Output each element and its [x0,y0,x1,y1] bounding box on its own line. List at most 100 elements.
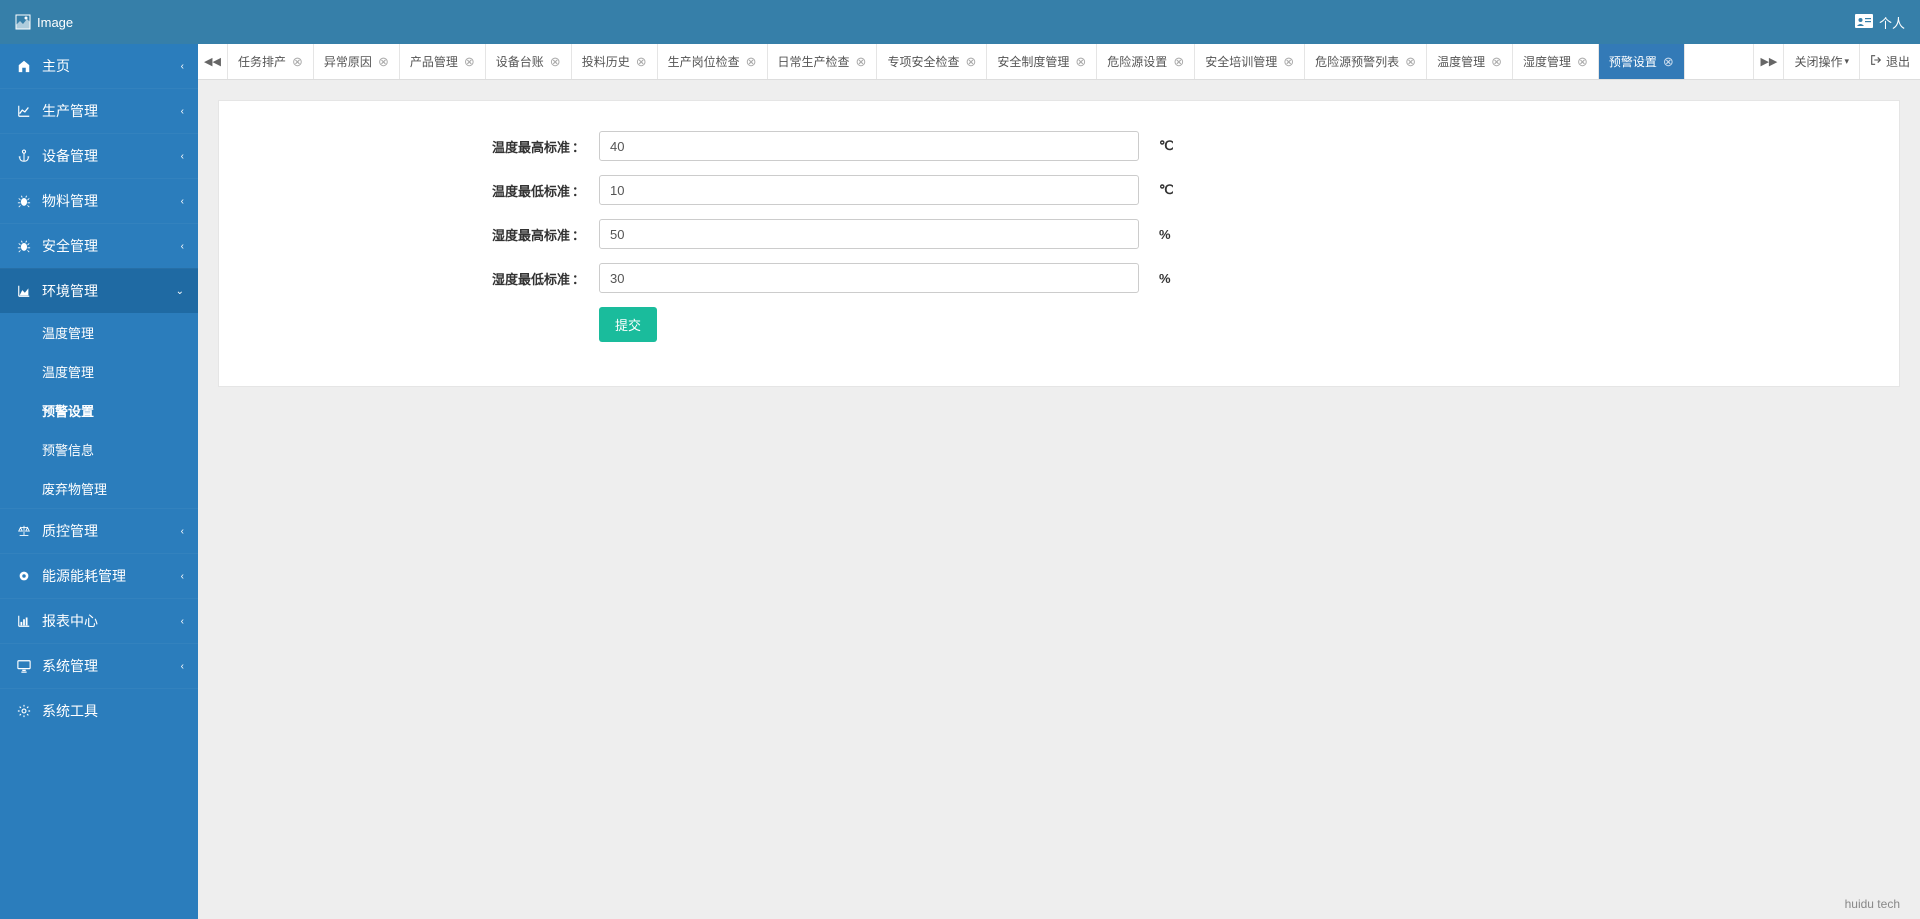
chevron-left-icon: ‹ [181,526,184,537]
close-icon[interactable]: ⊗ [746,55,757,68]
sidebar-item-label: 生产管理 [42,101,98,121]
close-icon[interactable]: ⊗ [1577,55,1588,68]
form-label-text: 湿度最高标准 [492,228,570,243]
tab-label: 投料历史 [582,53,630,70]
close-icon[interactable]: ⊗ [1075,55,1086,68]
tab-12[interactable]: 温度管理⊗ [1427,44,1513,79]
close-icon[interactable]: ⊗ [292,55,303,68]
sidebar-item-label: 报表中心 [42,611,98,631]
close-icon[interactable]: ⊗ [856,55,867,68]
chevron-left-icon: ‹ [181,196,184,207]
close-icon[interactable]: ⊗ [636,55,647,68]
form-unit: ℃ [1159,138,1174,154]
tab-3[interactable]: 设备台账 ⊗ [486,44,572,79]
home-icon [16,58,32,74]
form-label-text: 温度最高标准 [492,140,570,155]
close-icon[interactable]: ⊗ [378,55,389,68]
anchor-icon [16,148,32,164]
submit-button[interactable]: 提交 [599,307,657,342]
content-wrap: 温度最高标准：℃温度最低标准：℃湿度最高标准：%湿度最低标准：% 提交 huid… [198,80,1920,919]
tab-label: 专项安全检查 [887,53,959,70]
form-input-2[interactable] [599,219,1139,249]
form-unit: % [1159,271,1171,286]
sidebar-subitem-5-2[interactable]: 预警设置 [0,391,198,430]
tab-exit[interactable]: 退出 [1859,44,1920,79]
close-icon[interactable]: ⊗ [1283,55,1294,68]
sidebar-item-1[interactable]: 生产管理 ‹ [0,88,198,133]
header-user-label: 个人 [1879,13,1905,32]
sidebar-item-8[interactable]: 报表中心‹ [0,598,198,643]
tab-14[interactable]: 预警设置⊗ [1599,44,1685,79]
form-label: 温度最低标准： [259,181,599,200]
tab-9[interactable]: 危险源设置⊗ [1097,44,1195,79]
form-input-0[interactable] [599,131,1139,161]
sidebar-subitem-5-0[interactable]: 温度管理 [0,313,198,352]
close-icon[interactable]: ⊗ [1491,55,1502,68]
tab-7[interactable]: 专项安全检查 ⊗ [877,44,987,79]
tab-1[interactable]: 异常原因⊗ [314,44,400,79]
chevron-left-icon: ‹ [181,106,184,117]
tab-label: 任务排产 [238,53,286,70]
tab-exit-label: 退出 [1886,53,1910,70]
close-icon[interactable]: ⊗ [1173,55,1184,68]
double-chevron-left-icon: ◀◀ [204,55,221,68]
main-area: ◀◀ 任务排产⊗异常原因⊗产品管理⊗设备台账⊗投料历史⊗生产岗位检查⊗日常生产检… [198,44,1920,919]
sidebar: 主页‹生产管理‹设备管理‹物料管理‹安全管理‹环境管理⌄温度管理温度管理预警设置… [0,44,198,919]
chevron-left-icon: ‹ [181,151,184,162]
sidebar-item-9[interactable]: 系统管理 ‹ [0,643,198,688]
close-icon[interactable]: ⊗ [965,55,976,68]
tab-2[interactable]: 产品管理⊗ [400,44,486,79]
footer-text: huidu tech [1845,897,1900,911]
sidebar-item-3[interactable]: 物料管理 ‹ [0,178,198,223]
tab-4[interactable]: 投料历史 ⊗ [572,44,658,79]
sidebar-item-5[interactable]: 环境管理 ⌄ [0,268,198,313]
id-card-icon [1855,14,1873,31]
sidebar-item-label: 设备管理 [42,146,98,166]
tab-label: 设备台账 [496,53,544,70]
sidebar-subitem-5-4[interactable]: 废弃物管理 [0,469,198,508]
sidebar-item-4[interactable]: 安全管理‹ [0,223,198,268]
tab-close-operations[interactable]: 关闭操作▾ [1783,44,1859,79]
tab-11[interactable]: 危险源预警列表⊗ [1305,44,1427,79]
caret-down-icon: ▾ [1844,56,1849,67]
header-user[interactable]: 个人 [1855,13,1905,32]
tab-5[interactable]: 生产岗位检查 ⊗ [658,44,768,79]
tab-13[interactable]: 湿度管理⊗ [1513,44,1599,79]
tab-scroll-left[interactable]: ◀◀ [198,44,228,79]
sidebar-item-6[interactable]: 质控管理 ‹ [0,508,198,553]
tab-0[interactable]: 任务排产 ⊗ [228,44,314,79]
tab-10[interactable]: 安全培训管理⊗ [1195,44,1305,79]
form-label: 湿度最低标准： [259,269,599,288]
close-icon[interactable]: ⊗ [1405,55,1416,68]
sidebar-item-10[interactable]: 系统工具 [0,688,198,733]
form-unit: % [1159,227,1171,242]
bug-icon [16,238,32,254]
sidebar-item-7[interactable]: 能源能耗管理‹ [0,553,198,598]
tab-label: 生产岗位检查 [668,53,740,70]
sidebar-subitem-5-1[interactable]: 温度管理 [0,352,198,391]
chart-area-icon [16,283,32,299]
chevron-left-icon: ‹ [181,241,184,252]
sidebar-item-label: 能源能耗管理 [42,566,126,586]
tab-scroll-right[interactable]: ▶▶ [1753,44,1783,79]
tab-8[interactable]: 安全制度管理⊗ [987,44,1097,79]
tab-6[interactable]: 日常生产检查⊗ [768,44,878,79]
close-icon[interactable]: ⊗ [550,55,561,68]
sidebar-subitem-5-3[interactable]: 预警信息 [0,430,198,469]
sidebar-item-label: 物料管理 [42,191,98,211]
chevron-down-icon: ⌄ [176,286,184,297]
sidebar-item-label: 系统管理 [42,656,98,676]
close-icon[interactable]: ⊗ [464,55,475,68]
sidebar-item-label: 环境管理 [42,281,98,301]
close-icon[interactable]: ⊗ [1663,55,1674,68]
sidebar-item-2[interactable]: 设备管理 ‹ [0,133,198,178]
form-input-1[interactable] [599,175,1139,205]
sidebar-item-label: 主页 [42,56,70,76]
logo: Image [15,14,73,30]
form-unit: ℃ [1159,182,1174,198]
sidebar-item-0[interactable]: 主页 ‹ [0,44,198,88]
sidebar-item-label: 质控管理 [42,521,98,541]
form-input-3[interactable] [599,263,1139,293]
chevron-left-icon: ‹ [181,661,184,672]
chevron-left-icon: ‹ [181,61,184,72]
